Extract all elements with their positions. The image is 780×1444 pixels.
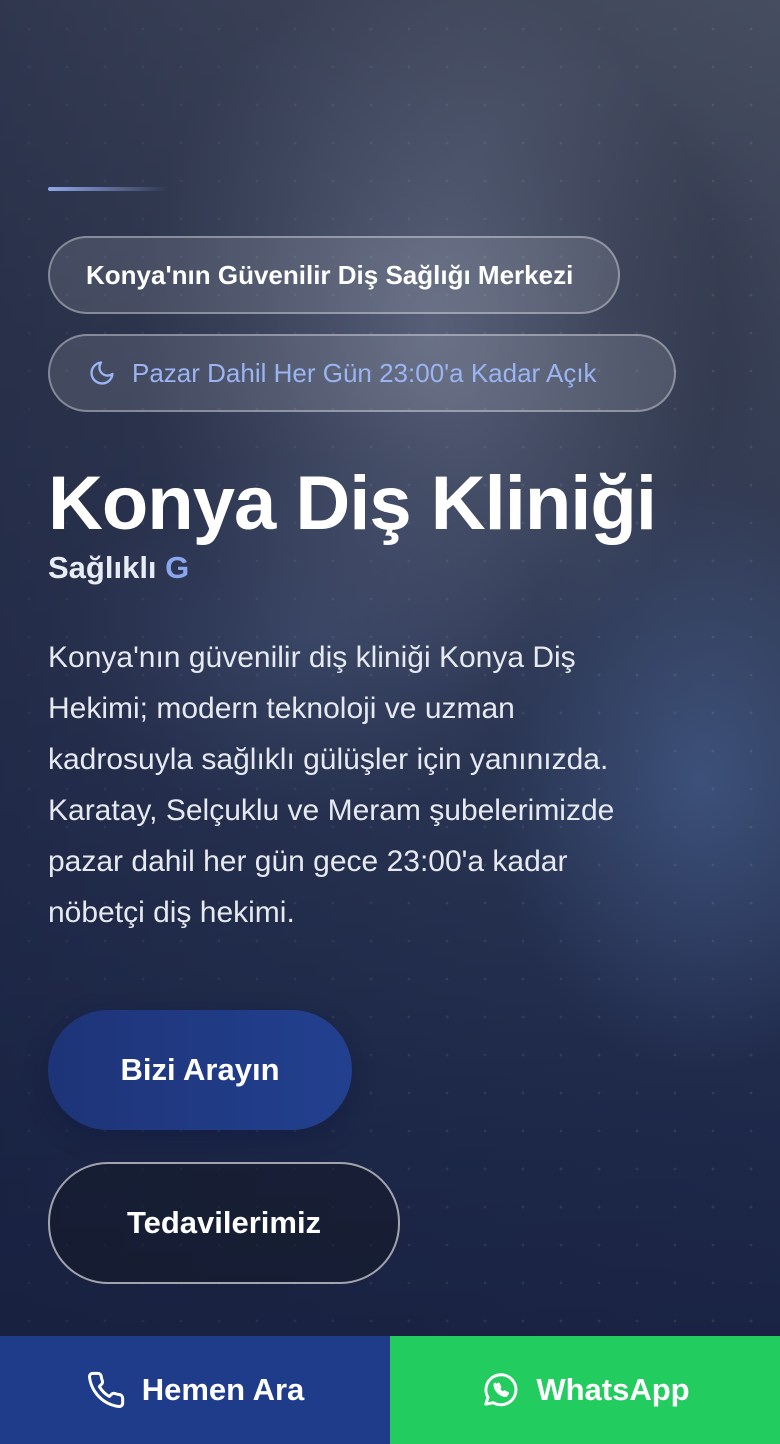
hours-badge: Pazar Dahil Her Gün 23:00'a Kadar Açık [48, 334, 676, 412]
description-line: nöbetçi diş hekimi. [48, 896, 295, 929]
bottom-action-bar: Hemen Ara WhatsApp [0, 1336, 780, 1444]
subtitle-typed-text: G [165, 550, 190, 585]
whatsapp-label: WhatsApp [536, 1372, 690, 1407]
call-us-button-label: Bizi Arayın [120, 1052, 280, 1087]
treatments-button[interactable]: Tedavilerimiz [48, 1162, 400, 1284]
subtitle-text: Sağlıklı [48, 550, 157, 585]
page-subtitle: Sağlıklı G [48, 550, 189, 586]
call-now-label: Hemen Ara [141, 1372, 305, 1407]
call-now-button[interactable]: Hemen Ara [0, 1336, 390, 1444]
accent-line [48, 187, 168, 191]
whatsapp-icon [480, 1370, 520, 1410]
description-line: pazar dahil her gün gece 23:00'a kadar [48, 845, 568, 878]
call-us-button[interactable]: Bizi Arayın [48, 1010, 352, 1130]
description-line: Hekimi; modern teknoloji ve uzman [48, 692, 515, 725]
trust-badge: Konya'nın Güvenilir Diş Sağlığı Merkezi [48, 236, 620, 314]
page-title: Konya Diş Kliniği [48, 461, 657, 546]
hours-badge-label: Pazar Dahil Her Gün 23:00'a Kadar Açık [132, 357, 597, 388]
description-line: kadrosuyla sağlıklı gülüşler için yanını… [48, 743, 609, 776]
hero-description: Konya'nın güvenilir diş kliniği Konya Di… [48, 632, 728, 938]
whatsapp-button[interactable]: WhatsApp [390, 1336, 780, 1444]
description-line: Konya'nın güvenilir diş kliniği Konya Di… [48, 641, 576, 674]
moon-icon [88, 359, 116, 387]
phone-icon [86, 1370, 126, 1410]
description-line: Karatay, Selçuklu ve Meram şubelerimizde [48, 794, 615, 827]
treatments-button-label: Tedavilerimiz [126, 1205, 322, 1240]
trust-badge-label: Konya'nın Güvenilir Diş Sağlığı Merkezi [86, 259, 574, 290]
hero-section: Konya'nın Güvenilir Diş Sağlığı Merkezi … [0, 0, 780, 1336]
